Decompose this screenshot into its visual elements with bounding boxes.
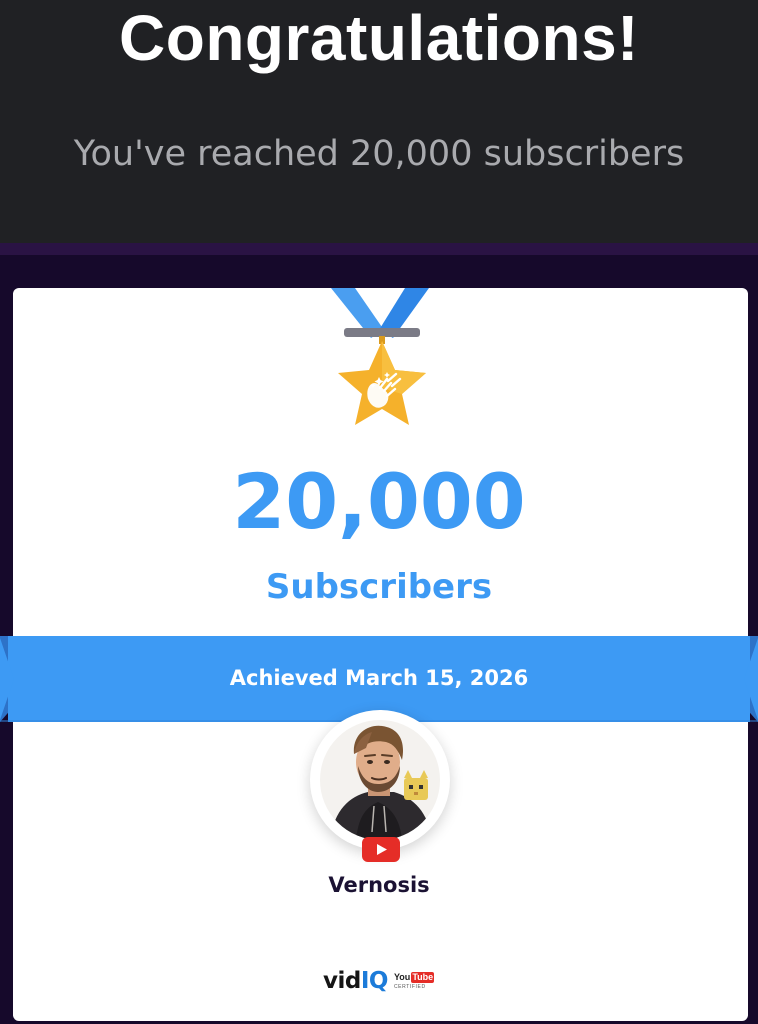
milestone-unit: Subscribers [265,567,493,607]
youtube-certified-badge: You Tube CERTIFIED [393,971,435,991]
page-subtitle: You've reached 20,000 subscribers [73,134,685,174]
vidiq-logo-iq: IQ [360,968,389,994]
avatar [320,720,440,840]
youtube-tube-text: Tube [411,971,435,983]
vidiq-logo[interactable]: vid IQ You Tube CERTIFIED [323,966,435,996]
youtube-play-icon [362,837,400,862]
vidiq-logo-vid: vid [323,968,361,994]
certified-text: CERTIFIED [393,983,426,990]
youtube-you-text: You [393,971,411,982]
avatar-frame [310,710,450,850]
page-title: Congratulations! [119,2,639,74]
channel-name: Vernosis [328,873,430,897]
header: Congratulations! You've reached 20,000 s… [0,0,758,243]
achieved-date-label: Achieved March 15, 2026 [229,666,529,690]
milestone-count: 20,000 [232,457,526,546]
header-divider [0,243,758,255]
star-medal-icon [331,288,429,425]
